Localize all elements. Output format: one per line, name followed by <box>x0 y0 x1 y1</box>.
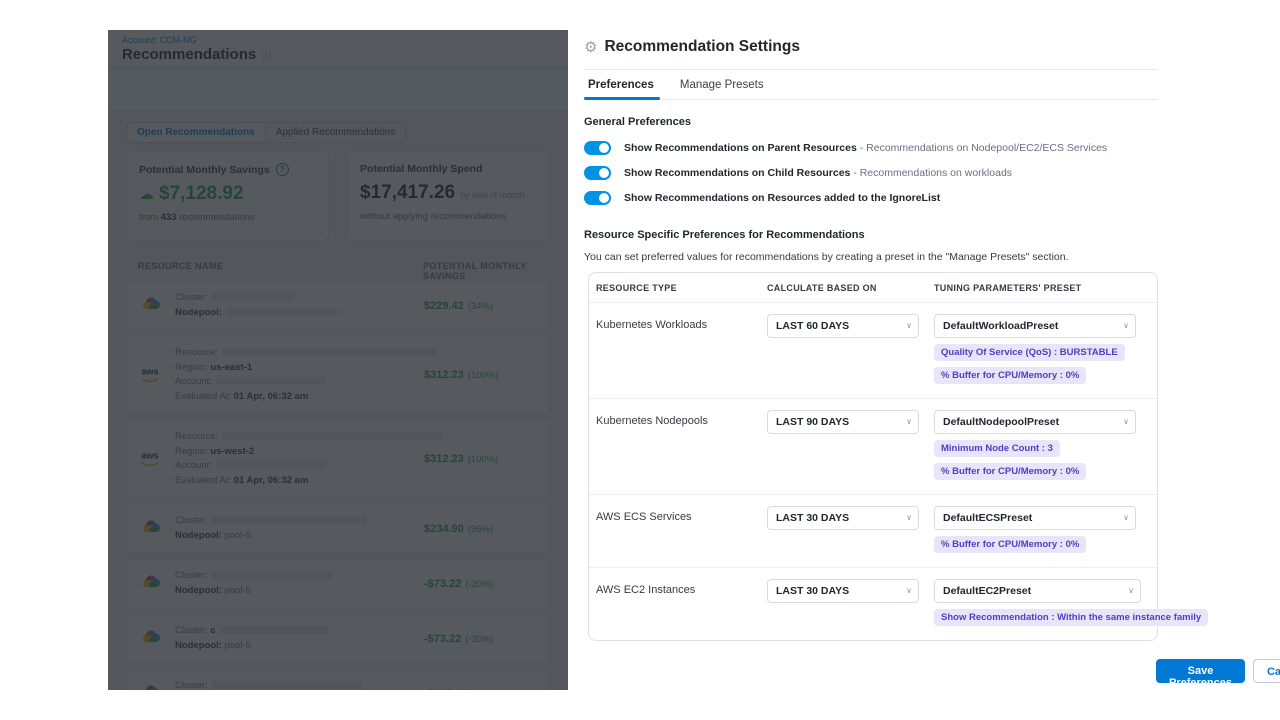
col-resource-type: RESOURCE TYPE <box>596 283 767 293</box>
modal-backdrop[interactable] <box>108 30 568 690</box>
settings-tabbar: Preferences Manage Presets <box>584 70 1158 100</box>
recommendations-page: Account: CCM-NG Recommendations ⓘ Open R… <box>108 30 568 690</box>
preset-param-badge: Show Recommendation : Within the same in… <box>934 609 1208 626</box>
chevron-down-icon: ∨ <box>906 507 912 529</box>
save-preferences-button[interactable]: Save Preferences <box>1156 659 1245 683</box>
child-resources-toggle[interactable] <box>584 166 611 180</box>
preset-param-badge: % Buffer for CPU/Memory : 0% <box>934 463 1086 480</box>
preset-select[interactable]: DefaultNodepoolPreset ∨ <box>934 410 1136 434</box>
pref-row-kubernetes-nodepools: Kubernetes Nodepools LAST 90 DAYS ∨ Defa… <box>589 398 1157 494</box>
toggle-label: Show Recommendations on Child Resources … <box>624 167 1012 179</box>
col-tuning-preset: TUNING PARAMETERS' PRESET <box>934 283 1157 293</box>
chevron-down-icon: ∨ <box>906 411 912 433</box>
preset-select[interactable]: DefaultWorkloadPreset ∨ <box>934 314 1136 338</box>
col-calculate-based-on: CALCULATE BASED ON <box>767 283 934 293</box>
parent-resources-toggle[interactable] <box>584 141 611 155</box>
general-preferences-heading: General Preferences <box>584 116 1158 128</box>
toggle-row-child-resources: Show Recommendations on Child Resources … <box>584 166 1158 180</box>
tab-manage-presets[interactable]: Manage Presets <box>680 79 764 91</box>
preset-param-badge: % Buffer for CPU/Memory : 0% <box>934 367 1086 384</box>
toggle-row-ignorelist: Show Recommendations on Resources added … <box>584 191 1158 205</box>
chevron-down-icon: ∨ <box>906 315 912 337</box>
chevron-down-icon: ∨ <box>1123 507 1129 529</box>
preset-param-badge: % Buffer for CPU/Memory : 0% <box>934 536 1086 553</box>
chevron-down-icon: ∨ <box>906 580 912 602</box>
pref-row-kubernetes-workloads: Kubernetes Workloads LAST 60 DAYS ∨ Defa… <box>589 302 1157 398</box>
ignorelist-toggle[interactable] <box>584 191 611 205</box>
drawer-title: Recommendation Settings <box>604 38 800 56</box>
cancel-button[interactable]: Cancel <box>1253 659 1280 683</box>
tab-preferences[interactable]: Preferences <box>588 79 654 91</box>
preset-param-badge: Quality Of Service (QoS) : BURSTABLE <box>934 344 1125 361</box>
chevron-down-icon: ∨ <box>1123 315 1129 337</box>
pref-table-header: RESOURCE TYPE CALCULATE BASED ON TUNING … <box>589 273 1157 302</box>
toggle-label: Show Recommendations on Resources added … <box>624 192 940 204</box>
preset-select[interactable]: DefaultEC2Preset ∨ <box>934 579 1141 603</box>
pref-row-aws-ecs-services: AWS ECS Services LAST 30 DAYS ∨ DefaultE… <box>589 494 1157 567</box>
calculate-based-on-select[interactable]: LAST 90 DAYS ∨ <box>767 410 919 434</box>
calculate-based-on-select[interactable]: LAST 60 DAYS ∨ <box>767 314 919 338</box>
preset-select[interactable]: DefaultECSPreset ∨ <box>934 506 1136 530</box>
preset-param-badge: Minimum Node Count : 3 <box>934 440 1060 457</box>
chevron-down-icon: ∨ <box>1123 411 1129 433</box>
calculate-based-on-select[interactable]: LAST 30 DAYS ∨ <box>767 506 919 530</box>
pref-row-aws-ec2-instances: AWS EC2 Instances LAST 30 DAYS ∨ Default… <box>589 567 1157 640</box>
resource-preferences-table: RESOURCE TYPE CALCULATE BASED ON TUNING … <box>588 272 1158 641</box>
toggle-row-parent-resources: Show Recommendations on Parent Resources… <box>584 141 1158 155</box>
recommendation-settings-drawer: ⚙ Recommendation Settings Preferences Ma… <box>568 0 1280 720</box>
resource-preferences-heading: Resource Specific Preferences for Recomm… <box>584 229 1158 241</box>
resource-preferences-description: You can set preferred values for recomme… <box>584 251 1158 263</box>
screen: Account: CCM-NG Recommendations ⓘ Open R… <box>0 0 1280 720</box>
chevron-down-icon: ∨ <box>1128 580 1134 602</box>
calculate-based-on-select[interactable]: LAST 30 DAYS ∨ <box>767 579 919 603</box>
toggle-label: Show Recommendations on Parent Resources… <box>624 142 1107 154</box>
gear-icon: ⚙ <box>584 40 597 55</box>
